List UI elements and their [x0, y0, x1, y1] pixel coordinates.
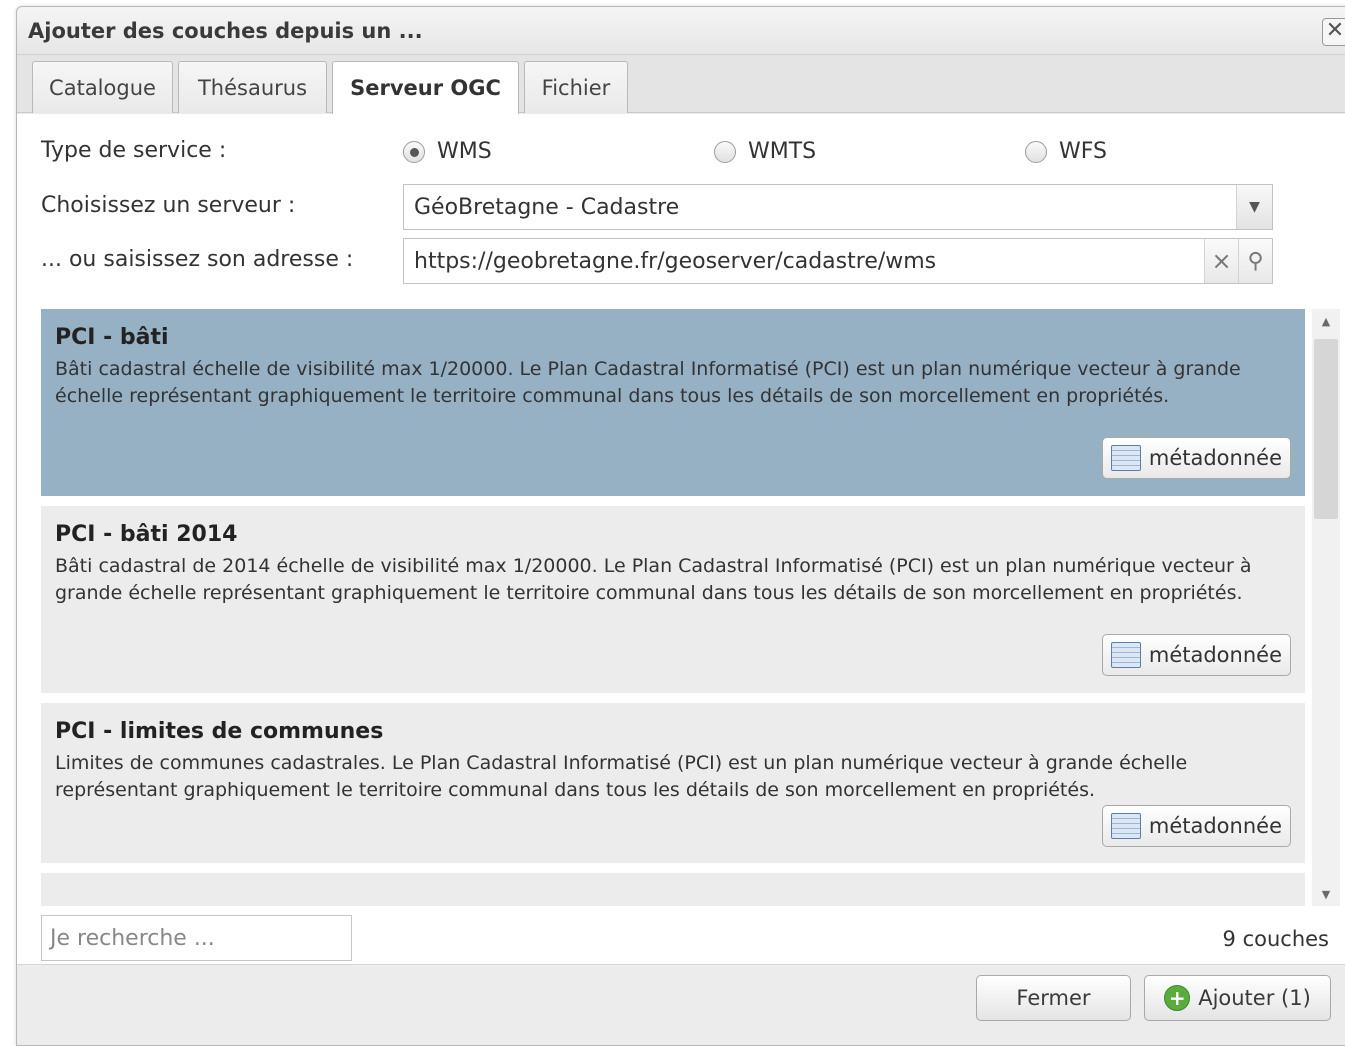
layer-description: Bâti cadastral de 2014 échelle de visibi…	[55, 555, 1252, 604]
tab-catalogue[interactable]: Catalogue	[32, 61, 173, 113]
address-input[interactable]: https://geobretagne.fr/geoserver/cadastr…	[403, 238, 1273, 284]
server-select-value: GéoBretagne - Cadastre	[414, 194, 680, 220]
tab-fichier[interactable]: Fichier	[524, 61, 628, 113]
layer-item-pci-limites-communes[interactable]: PCI - limites de communes Limites de com…	[41, 703, 1305, 863]
document-icon	[1110, 642, 1141, 668]
document-icon	[1110, 813, 1141, 839]
tab-serveur-ogc[interactable]: Serveur OGC	[332, 61, 519, 114]
scroll-down-icon[interactable]: ▼	[1312, 882, 1340, 906]
metadata-button[interactable]: métadonnée	[1101, 634, 1291, 676]
metadata-button[interactable]: métadonnée	[1101, 437, 1291, 479]
radio-wmts[interactable]: WMTS	[714, 139, 816, 164]
radio-label: WMTS	[748, 139, 817, 164]
scrollbar-thumb[interactable]	[1314, 339, 1338, 519]
layer-description: Limites de communes cadastrales. Le Plan…	[55, 752, 1188, 801]
server-label: Choisissez un serveur :	[41, 193, 296, 218]
scroll-up-icon[interactable]: ▲	[1312, 309, 1340, 333]
layer-count: 9 couches	[1222, 927, 1329, 951]
radio-wms[interactable]: WMS	[403, 139, 492, 164]
metadata-label: métadonnée	[1148, 814, 1282, 838]
layer-name: PCI - bâti 2014	[55, 522, 238, 547]
layer-description: Bâti cadastral échelle de visibilité max…	[55, 358, 1241, 407]
layer-item-partial[interactable]	[41, 873, 1305, 906]
address-value: https://geobretagne.fr/geoserver/cadastr…	[414, 248, 937, 274]
radio-wfs[interactable]: WFS	[1025, 139, 1107, 164]
tab-thesaurus[interactable]: Thésaurus	[178, 61, 327, 113]
chevron-down-icon[interactable]: ▼	[1236, 185, 1272, 229]
dialog-title: Ajouter des couches depuis un ...	[28, 19, 423, 43]
radio-dot[interactable]	[714, 140, 736, 163]
close-button[interactable]: Fermer	[976, 975, 1131, 1021]
address-label: ... ou saisissez son adresse :	[41, 247, 354, 272]
layer-item-pci-bati[interactable]: PCI - bâti Bâti cadastral échelle de vis…	[41, 309, 1305, 496]
metadata-label: métadonnée	[1148, 643, 1282, 667]
clear-icon[interactable]: ×	[1204, 239, 1238, 283]
ogc-server-panel: Type de service : WMS WMTS WFS Choisisse…	[17, 114, 1345, 965]
layer-name: PCI - bâti	[55, 325, 169, 350]
metadata-label: métadonnée	[1148, 446, 1282, 470]
add-icon: +	[1164, 985, 1191, 1011]
dialog-titlebar: Ajouter des couches depuis un ... ✕	[17, 7, 1345, 55]
add-layers-dialog: Ajouter des couches depuis un ... ✕ Cata…	[16, 6, 1345, 1046]
add-button[interactable]: + Ajouter (1)	[1144, 975, 1331, 1021]
search-icon[interactable]: ⚲	[1238, 239, 1272, 283]
layer-search-input[interactable]: Je recherche ...	[41, 915, 352, 961]
radio-dot[interactable]	[403, 140, 425, 163]
radio-label: WMS	[437, 139, 492, 164]
tab-strip: Catalogue Thésaurus Serveur OGC Fichier	[17, 55, 1345, 114]
metadata-button[interactable]: métadonnée	[1101, 805, 1291, 847]
service-type-label: Type de service :	[41, 138, 227, 163]
layer-list-scrollbar[interactable]: ▲ ▼	[1312, 309, 1340, 906]
document-icon	[1110, 445, 1141, 471]
radio-label: WFS	[1059, 139, 1107, 164]
close-icon[interactable]: ✕	[1322, 18, 1345, 46]
server-select[interactable]: GéoBretagne - Cadastre ▼	[403, 184, 1273, 230]
add-button-label: Ajouter (1)	[1198, 986, 1311, 1010]
close-button-label: Fermer	[1016, 986, 1091, 1010]
layer-item-pci-bati-2014[interactable]: PCI - bâti 2014 Bâti cadastral de 2014 é…	[41, 506, 1305, 693]
search-placeholder: Je recherche ...	[50, 925, 215, 951]
layer-name: PCI - limites de communes	[55, 719, 384, 744]
radio-dot[interactable]	[1025, 140, 1047, 163]
layer-list: PCI - bâti Bâti cadastral échelle de vis…	[41, 309, 1306, 906]
